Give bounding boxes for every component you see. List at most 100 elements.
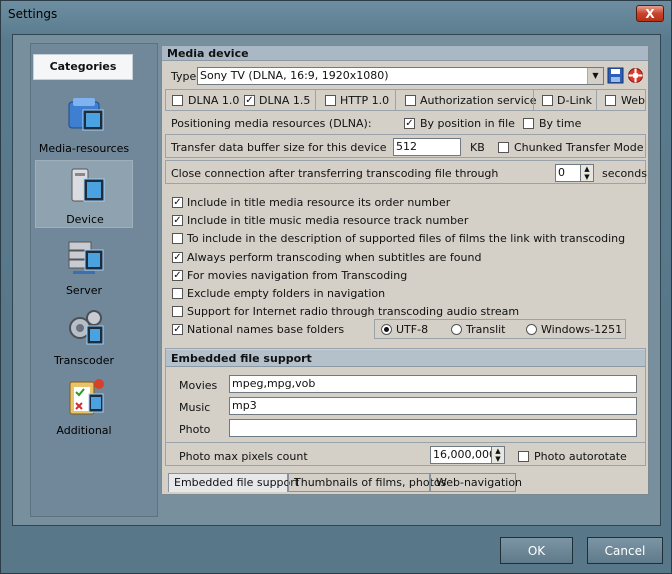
server-icon	[68, 241, 104, 274]
by-time-checkbox[interactable]	[523, 118, 534, 129]
buffer-unit: KB	[470, 141, 485, 154]
web-checkbox[interactable]	[605, 95, 616, 106]
type-label: Type	[171, 70, 197, 83]
option-label: National names base folders	[187, 323, 345, 336]
category-label: Additional	[56, 424, 112, 437]
max-pixels-spinner[interactable]: ▲ ▼	[491, 446, 505, 464]
photo-input[interactable]	[229, 419, 637, 437]
additional-icon	[69, 379, 104, 415]
close-connection-input[interactable]: 0	[555, 164, 581, 182]
photo-label: Photo	[179, 423, 211, 436]
save-icon[interactable]	[607, 67, 624, 84]
category-media-resources[interactable]: Media-resources	[35, 90, 133, 158]
max-pixels-value: 16,000,000	[433, 448, 496, 461]
transcoder-icon	[69, 310, 104, 345]
http10-checkbox[interactable]	[325, 95, 336, 106]
category-label: Server	[65, 284, 103, 297]
category-transcoder[interactable]: Transcoder	[35, 302, 133, 370]
chevron-down-icon[interactable]: ▼	[587, 68, 603, 84]
category-label: Transcoder	[53, 354, 115, 367]
authorization-service-label: Authorization service	[420, 94, 537, 107]
utf8-radio[interactable]	[381, 324, 392, 335]
chunked-transfer-checkbox[interactable]	[498, 142, 509, 153]
close-connection-unit: seconds	[602, 167, 647, 180]
divider	[395, 90, 396, 110]
buffer-label: Transfer data buffer size for this devic…	[171, 141, 387, 154]
utf8-label: UTF-8	[396, 323, 429, 336]
cancel-button[interactable]: Cancel	[587, 537, 663, 564]
by-position-label: By position in file	[420, 117, 515, 130]
category-label: Device	[66, 213, 104, 226]
photo-autorotate-checkbox[interactable]	[518, 451, 529, 462]
movies-label: Movies	[179, 379, 218, 392]
option-track-number-checkbox[interactable]: ✓	[172, 215, 183, 226]
embedded-header: Embedded file support	[166, 350, 645, 367]
category-device[interactable]: Device	[35, 160, 133, 228]
dlna10-checkbox[interactable]	[172, 95, 183, 106]
http10-label: HTTP 1.0	[340, 94, 390, 107]
close-connection-spinner[interactable]: ▲ ▼	[580, 164, 594, 182]
web-label: Web	[621, 94, 645, 107]
divider	[166, 442, 645, 443]
option-label: Support for Internet radio through trans…	[187, 305, 520, 318]
dlink-label: D-Link	[557, 94, 592, 107]
dlink-checkbox[interactable]	[542, 95, 553, 106]
device-type-select[interactable]: Sony TV (DLNA, 16:9, 1920x1080) ▼	[197, 67, 604, 85]
category-server[interactable]: Server	[35, 232, 133, 300]
option-exclude-empty-checkbox[interactable]	[172, 288, 183, 299]
authorization-service-checkbox[interactable]	[405, 95, 416, 106]
translit-radio[interactable]	[451, 324, 462, 335]
window-title: Settings	[8, 7, 58, 21]
translit-label: Translit	[466, 323, 506, 336]
category-label: Media-resources	[38, 142, 130, 155]
categories-header: Categories	[33, 54, 133, 80]
tab-thumbnails[interactable]: Thumbnails of films, photos	[288, 473, 446, 492]
buffer-size-value: 512	[396, 140, 417, 153]
dlna15-checkbox[interactable]: ✓	[244, 95, 255, 106]
music-value: mp3	[232, 399, 257, 412]
option-label: Always perform transcoding when subtitle…	[187, 251, 482, 264]
divider	[315, 90, 316, 110]
option-movies-navigation-checkbox[interactable]: ✓	[172, 270, 183, 281]
dlna15-label: DLNA 1.5	[259, 94, 311, 107]
max-pixels-input[interactable]: 16,000,000	[430, 446, 496, 464]
option-national-names-checkbox[interactable]: ✓	[172, 324, 183, 335]
option-subtitles-checkbox[interactable]: ✓	[172, 252, 183, 263]
option-label: Include in title music media resource tr…	[187, 214, 469, 227]
max-pixels-label: Photo max pixels count	[179, 450, 308, 463]
music-input[interactable]: mp3	[229, 397, 637, 415]
option-label: To include in the description of support…	[187, 232, 626, 245]
settings-window: Settings X Categories Media-resources De…	[0, 0, 672, 574]
chunked-transfer-label: Chunked Transfer Mode	[514, 141, 644, 154]
media-resources-icon	[68, 98, 104, 131]
tab-web-navigation[interactable]: Web-navigation	[430, 473, 522, 492]
media-device-header: Media device	[162, 46, 648, 61]
close-button[interactable]: X	[636, 5, 664, 22]
buffer-size-input[interactable]: 512	[393, 138, 461, 156]
device-icon	[71, 168, 105, 202]
option-order-number-checkbox[interactable]: ✓	[172, 197, 183, 208]
lifebuoy-icon[interactable]	[627, 67, 644, 84]
by-position-checkbox[interactable]: ✓	[404, 118, 415, 129]
close-connection-value: 0	[558, 166, 565, 179]
photo-autorotate-label: Photo autorotate	[534, 450, 627, 463]
option-label: For movies navigation from Transcoding	[187, 269, 408, 282]
option-transcoding-link-checkbox[interactable]	[172, 233, 183, 244]
close-connection-label: Close connection after transferring tran…	[171, 167, 499, 180]
movies-value: mpeg,mpg,vob	[232, 377, 316, 390]
option-internet-radio-checkbox[interactable]	[172, 306, 183, 317]
dlna10-label: DLNA 1.0	[188, 94, 240, 107]
tab-embedded-file-support[interactable]: Embedded file support	[168, 473, 299, 492]
option-label: Exclude empty folders in navigation	[187, 287, 386, 300]
by-time-label: By time	[539, 117, 582, 130]
movies-input[interactable]: mpeg,mpg,vob	[229, 375, 637, 393]
category-additional[interactable]: Additional	[35, 372, 133, 440]
divider	[533, 90, 534, 110]
windows1251-radio[interactable]	[526, 324, 537, 335]
option-label: Include in title media resource its orde…	[187, 196, 451, 209]
device-settings-panel: Media device Type Sony TV (DLNA, 16:9, 1…	[161, 45, 649, 495]
categories-panel: Categories Media-resources Device Server…	[30, 43, 158, 517]
title-bar[interactable]: Settings X	[1, 1, 671, 29]
ok-button[interactable]: OK	[500, 537, 573, 564]
device-type-value: Sony TV (DLNA, 16:9, 1920x1080)	[200, 69, 389, 82]
